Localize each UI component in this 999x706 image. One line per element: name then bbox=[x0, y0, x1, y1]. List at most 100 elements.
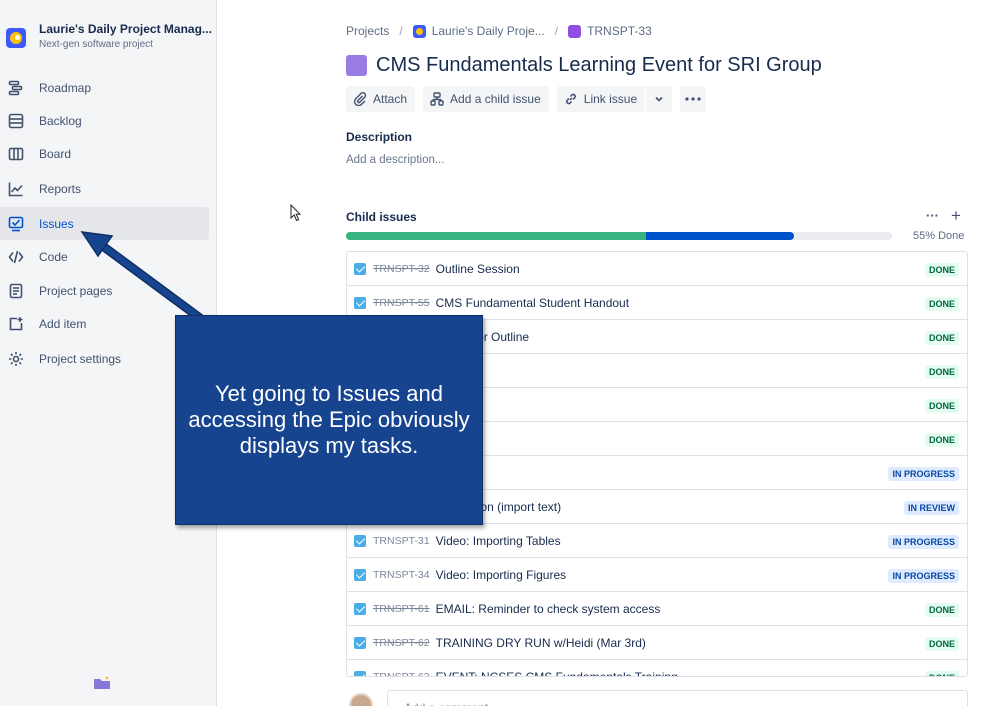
sidebar-item-label: Code bbox=[39, 249, 68, 264]
sidebar-item-board[interactable]: Board bbox=[0, 137, 209, 170]
sidebar-item-label: Board bbox=[39, 146, 72, 161]
child-issue-key[interactable]: TRNSPT-34 bbox=[373, 569, 430, 581]
child-issue-key[interactable]: TRNSPT-32 bbox=[373, 263, 430, 275]
breadcrumb-issue-key[interactable]: TRNSPT-33 bbox=[568, 24, 652, 39]
project-name: Laurie's Daily Project Manag... bbox=[39, 22, 212, 36]
more-icon bbox=[685, 97, 701, 101]
backlog-icon bbox=[7, 112, 25, 130]
project-avatar bbox=[6, 28, 26, 48]
comment-input[interactable]: Add a comment... bbox=[387, 690, 968, 706]
child-issue-summary[interactable]: Video: Importing Tables bbox=[436, 534, 561, 548]
link-issue-dropdown[interactable] bbox=[646, 86, 673, 112]
child-progress-bar bbox=[346, 232, 892, 240]
status-badge[interactable]: IN PROGRESS bbox=[888, 535, 959, 549]
sidebar-item-label: Issues bbox=[39, 216, 74, 231]
attach-button[interactable]: Attach bbox=[346, 86, 416, 112]
status-badge[interactable]: DONE bbox=[924, 671, 959, 676]
avatar bbox=[349, 693, 373, 706]
project-icon bbox=[412, 25, 426, 39]
status-badge[interactable]: DONE bbox=[924, 297, 959, 311]
status-badge[interactable]: IN REVIEW bbox=[903, 501, 959, 515]
progress-percent: 55% Done bbox=[913, 230, 965, 242]
annotation-text: Yet going to Issues and accessing the Ep… bbox=[188, 381, 470, 458]
breadcrumb: Projects / Laurie's Daily Proje... / TRN… bbox=[346, 24, 652, 39]
sidebar-item-code[interactable]: Code bbox=[0, 240, 209, 273]
code-icon bbox=[7, 248, 25, 266]
progress-done-segment bbox=[346, 232, 647, 240]
task-checkbox-icon bbox=[354, 262, 366, 275]
sidebar-item-label: Backlog bbox=[39, 113, 82, 128]
status-badge[interactable]: DONE bbox=[924, 331, 959, 345]
progress-in-progress-segment bbox=[646, 232, 794, 240]
sidebar-item-backlog[interactable]: Backlog bbox=[0, 104, 209, 137]
child-issue-key[interactable]: TRNSPT-61 bbox=[373, 603, 430, 615]
sidebar-item-project-pages[interactable]: Project pages bbox=[0, 274, 209, 307]
status-badge[interactable]: DONE bbox=[924, 399, 959, 413]
child-issue-row[interactable]: TRNSPT-62 TRAINING DRY RUN w/Heidi (Mar 3… bbox=[347, 626, 967, 660]
link-issue-button[interactable]: Link issue bbox=[556, 86, 646, 112]
project-type: Next-gen software project bbox=[39, 39, 153, 50]
status-badge[interactable]: DONE bbox=[924, 433, 959, 447]
issue-title[interactable]: CMS Fundamentals Learning Event for SRI … bbox=[376, 54, 822, 77]
epic-icon bbox=[568, 25, 582, 39]
reports-icon bbox=[7, 180, 25, 198]
child-issue-summary[interactable]: CMS Fundamental Student Handout bbox=[436, 296, 629, 310]
child-issue-row[interactable]: TRNSPT-34 Video: Importing Figures IN PROG… bbox=[347, 558, 967, 592]
child-issue-summary[interactable]: TRAINING DRY RUN w/Heidi (Mar 3rd) bbox=[436, 636, 646, 650]
child-issues-label: Child issues bbox=[346, 210, 417, 224]
status-badge[interactable]: IN PROGRESS bbox=[888, 569, 959, 583]
child-issue-key[interactable]: TRNSPT-31 bbox=[373, 535, 430, 547]
sidebar-item-label: Roadmap bbox=[39, 80, 92, 95]
description-label: Description bbox=[346, 130, 413, 144]
issues-icon bbox=[7, 215, 25, 233]
child-issue-summary[interactable]: EVENT: NCSES CMS Fundamentals Training bbox=[436, 670, 678, 677]
child-issue-summary[interactable]: EMAIL: Reminder to check system access bbox=[436, 602, 661, 616]
sidebar-item-roadmap[interactable]: Roadmap bbox=[0, 71, 209, 104]
issue-toolbar: Attach Add a child issue Link issue bbox=[346, 86, 714, 112]
task-checkbox-icon bbox=[354, 296, 366, 309]
child-issue-row[interactable]: TRNSPT-32 Outline Session DONE bbox=[347, 252, 967, 286]
breadcrumb-projects[interactable]: Projects bbox=[346, 24, 389, 38]
gear-icon bbox=[7, 350, 25, 368]
roadmap-icon bbox=[7, 79, 25, 97]
add-child-button[interactable]: + bbox=[951, 206, 961, 226]
child-issue-summary[interactable]: Outline Session bbox=[436, 262, 520, 276]
sidebar-item-label: Project pages bbox=[39, 283, 113, 298]
epic-color-icon bbox=[346, 55, 367, 76]
sidebar-item-label: Project settings bbox=[39, 351, 122, 366]
status-badge[interactable]: IN PROGRESS bbox=[888, 467, 959, 481]
add-child-issue-button[interactable]: Add a child issue bbox=[423, 86, 549, 112]
child-issues-more-button[interactable]: ··· bbox=[926, 208, 939, 223]
paperclip-icon bbox=[353, 92, 367, 106]
child-issue-row[interactable]: TRNSPT-31 Video: Importing Tables IN PROGR… bbox=[347, 524, 967, 558]
child-issue-key[interactable]: TRNSPT-62 bbox=[373, 637, 430, 649]
status-badge[interactable]: DONE bbox=[924, 603, 959, 617]
child-issue-key[interactable]: TRNSPT-63 bbox=[373, 671, 430, 677]
task-checkbox-icon bbox=[354, 534, 366, 547]
add-item-icon bbox=[7, 315, 25, 333]
child-issue-row[interactable]: TRNSPT-61 EMAIL: Reminder to check system… bbox=[347, 592, 967, 626]
status-badge[interactable]: DONE bbox=[924, 637, 959, 651]
sidebar-item-label: Reports bbox=[39, 181, 82, 196]
sidebar-item-label: Add item bbox=[39, 316, 87, 331]
status-badge[interactable]: DONE bbox=[924, 263, 959, 277]
description-input[interactable]: Add a description... bbox=[346, 154, 444, 166]
board-icon bbox=[7, 145, 25, 163]
project-header[interactable]: Laurie's Daily Project Manag... Next-gen… bbox=[6, 22, 212, 50]
task-checkbox-icon bbox=[354, 670, 366, 676]
breadcrumb-project[interactable]: Laurie's Daily Proje... bbox=[412, 24, 545, 39]
mouse-cursor-icon bbox=[290, 204, 302, 222]
task-checkbox-icon bbox=[354, 602, 366, 615]
task-checkbox-icon bbox=[354, 636, 366, 649]
pages-icon bbox=[7, 282, 25, 300]
sidebar-item-reports[interactable]: Reports bbox=[0, 172, 209, 205]
child-issue-row[interactable]: TRNSPT-63 EVENT: NCSES CMS Fundamentals T… bbox=[347, 660, 967, 677]
annotation-callout: Yet going to Issues and accessing the Ep… bbox=[175, 315, 483, 525]
child-issue-icon bbox=[430, 92, 444, 106]
child-issue-summary[interactable]: Video: Importing Figures bbox=[436, 568, 567, 582]
more-actions-button[interactable] bbox=[680, 86, 707, 112]
status-badge[interactable]: DONE bbox=[924, 365, 959, 379]
sidebar-item-issues[interactable]: Issues bbox=[0, 207, 209, 240]
child-issue-key[interactable]: TRNSPT-55 bbox=[373, 297, 430, 309]
link-icon bbox=[564, 92, 578, 106]
